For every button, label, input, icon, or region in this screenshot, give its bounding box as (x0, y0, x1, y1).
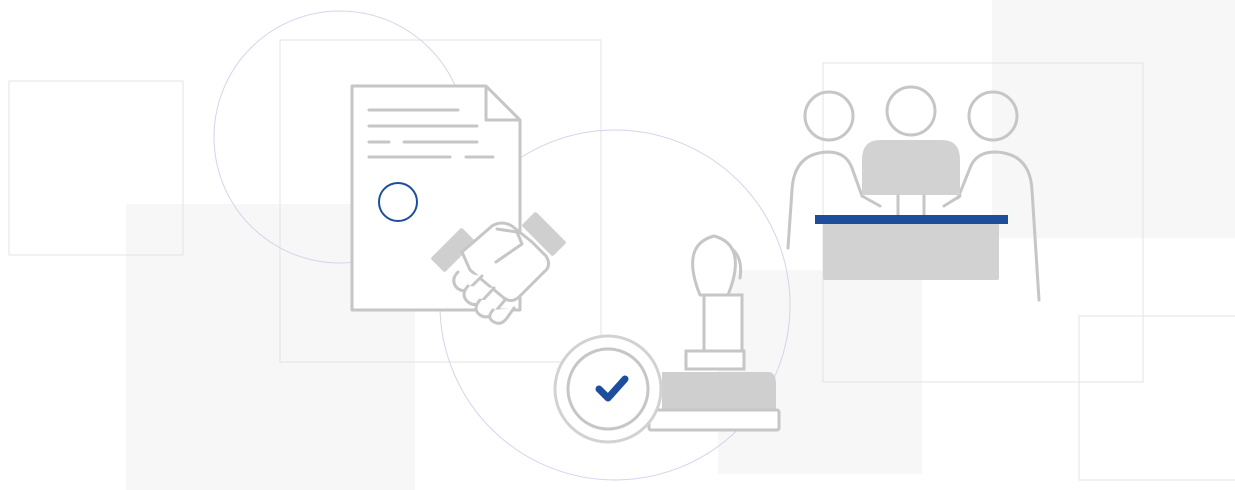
bg-panel-right-top (992, 0, 1235, 238)
meeting-table-edge (815, 215, 1008, 224)
person-head-left (803, 90, 855, 142)
hero-illustration (0, 0, 1235, 490)
person-head-center (885, 85, 937, 137)
bg-frame-bottom-right (1078, 315, 1235, 481)
illustration-canvas (8, 0, 1235, 490)
person-body-center (862, 140, 960, 195)
meeting-table (823, 219, 999, 280)
approval-seal (553, 334, 663, 444)
